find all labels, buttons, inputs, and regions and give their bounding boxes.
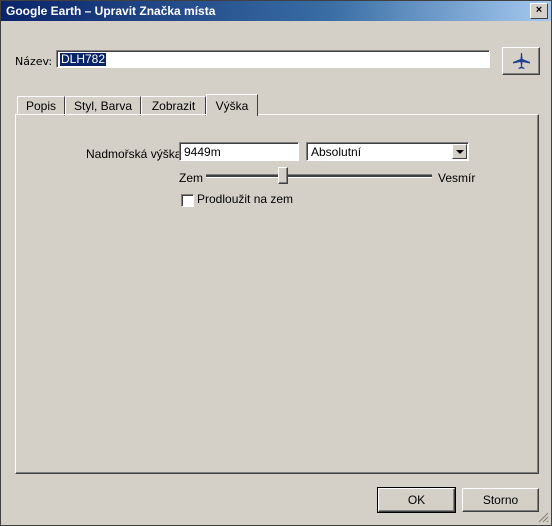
tab-panel-vyska <box>15 114 539 474</box>
tab-popis[interactable]: Popis <box>17 96 65 116</box>
ok-button[interactable]: OK <box>377 487 456 513</box>
tab-vyska[interactable]: Výška <box>206 94 258 116</box>
close-button[interactable]: × <box>530 3 548 19</box>
cancel-button[interactable]: Storno <box>462 488 539 512</box>
name-input-selected-text: DLH782 <box>60 52 107 66</box>
window-title: Google Earth – Upravit Značka místa <box>6 4 216 18</box>
title-bar[interactable]: Google Earth – Upravit Značka místa × <box>1 1 551 21</box>
edit-placemark-dialog: Google Earth – Upravit Značka místa × Ná… <box>0 0 552 526</box>
tab-zobrazit[interactable]: Zobrazit <box>141 96 206 116</box>
name-input[interactable]: DLH782 <box>56 50 490 68</box>
name-label: Název: <box>15 55 53 68</box>
resize-grip-icon[interactable] <box>537 511 549 523</box>
tab-styl-barva[interactable]: Styl, Barva <box>65 96 141 116</box>
placemark-icon-button[interactable] <box>502 47 540 75</box>
airplane-icon <box>513 53 530 69</box>
